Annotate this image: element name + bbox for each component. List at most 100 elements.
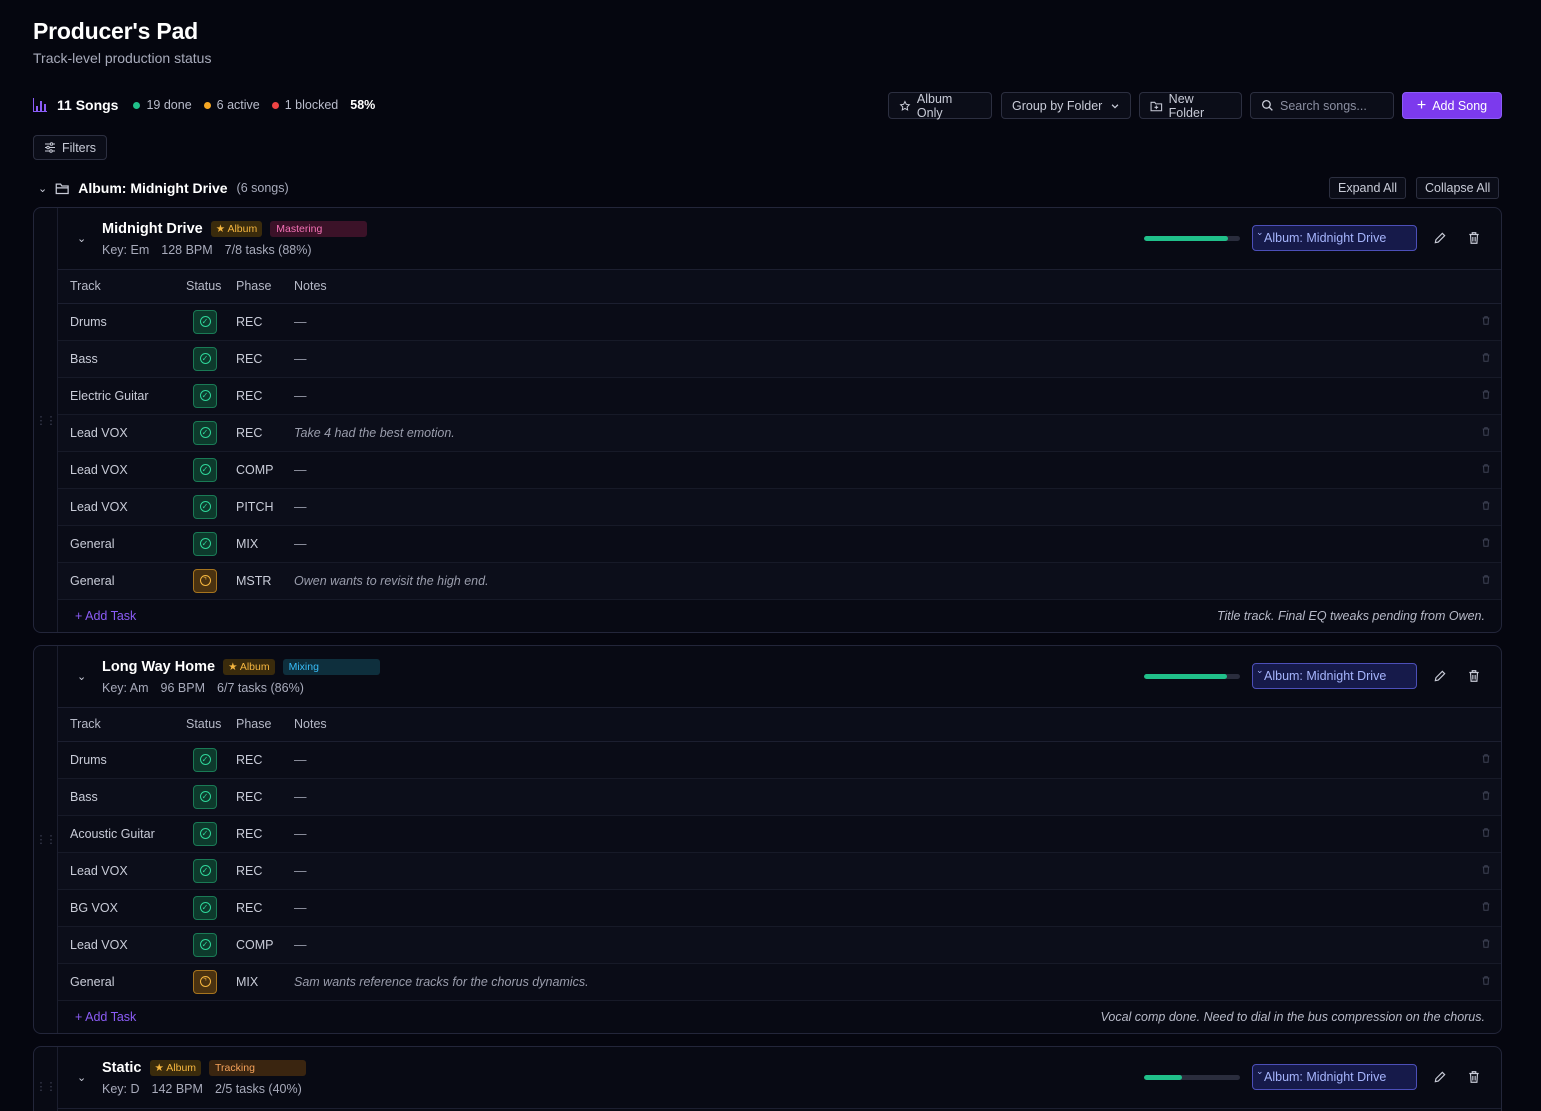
folder-select[interactable]: ⌄ Album: Midnight Drive xyxy=(1252,663,1417,689)
delete-task-button[interactable] xyxy=(1471,778,1501,815)
chevron-down-icon[interactable]: ⌄ xyxy=(77,1071,86,1084)
phase-cell[interactable]: MIX xyxy=(236,525,294,562)
delete-task-button[interactable] xyxy=(1471,741,1501,778)
drag-handle-icon[interactable]: ⋮⋮ xyxy=(34,1047,58,1111)
delete-task-button[interactable] xyxy=(1471,414,1501,451)
edit-button[interactable] xyxy=(1431,667,1449,685)
track-name[interactable]: General xyxy=(58,562,186,599)
delete-task-button[interactable] xyxy=(1471,525,1501,562)
new-folder-button[interactable]: New Folder xyxy=(1139,92,1242,120)
track-name[interactable]: Electric Guitar xyxy=(58,377,186,414)
delete-task-button[interactable] xyxy=(1471,815,1501,852)
delete-task-button[interactable] xyxy=(1471,377,1501,414)
phase-cell[interactable]: COMP xyxy=(236,926,294,963)
notes-cell[interactable]: Take 4 had the best emotion. xyxy=(294,414,1471,451)
track-name[interactable]: General xyxy=(58,963,186,1000)
notes-cell[interactable]: — xyxy=(294,451,1471,488)
track-name[interactable]: Lead VOX xyxy=(58,852,186,889)
notes-cell[interactable]: — xyxy=(294,852,1471,889)
notes-cell[interactable]: Owen wants to revisit the high end. xyxy=(294,562,1471,599)
add-song-button[interactable]: + Add Song xyxy=(1402,92,1502,119)
status-toggle[interactable]: ✓ xyxy=(193,494,217,519)
track-name[interactable]: Lead VOX xyxy=(58,926,186,963)
song-title[interactable]: Static xyxy=(102,1060,142,1076)
status-toggle[interactable]: ✓ xyxy=(193,784,217,809)
phase-cell[interactable]: REC xyxy=(236,889,294,926)
track-name[interactable]: Lead VOX xyxy=(58,451,186,488)
phase-cell[interactable]: MIX xyxy=(236,963,294,1000)
add-task-button[interactable]: + Add Task xyxy=(75,609,136,623)
status-toggle[interactable]: ✓ xyxy=(193,531,217,556)
expand-all-button[interactable]: Expand All xyxy=(1329,177,1407,199)
notes-cell[interactable]: — xyxy=(294,377,1471,414)
phase-cell[interactable]: REC xyxy=(236,815,294,852)
chevron-down-icon[interactable]: ⌄ xyxy=(77,232,86,245)
drag-handle-icon[interactable]: ⋮⋮ xyxy=(34,646,58,1033)
track-name[interactable]: Lead VOX xyxy=(58,414,186,451)
notes-cell[interactable]: — xyxy=(294,778,1471,815)
track-name[interactable]: General xyxy=(58,525,186,562)
delete-task-button[interactable] xyxy=(1471,889,1501,926)
phase-cell[interactable]: REC xyxy=(236,303,294,340)
delete-task-button[interactable] xyxy=(1471,963,1501,1000)
status-toggle[interactable]: ✓ xyxy=(193,932,217,957)
phase-cell[interactable]: COMP xyxy=(236,451,294,488)
folder-select[interactable]: ⌄ Album: Midnight Drive xyxy=(1252,1064,1417,1090)
notes-cell[interactable]: — xyxy=(294,488,1471,525)
notes-cell[interactable]: — xyxy=(294,889,1471,926)
phase-cell[interactable]: REC xyxy=(236,741,294,778)
song-title[interactable]: Midnight Drive xyxy=(102,221,203,237)
phase-cell[interactable]: REC xyxy=(236,340,294,377)
delete-task-button[interactable] xyxy=(1471,562,1501,599)
status-toggle[interactable]: ✓ xyxy=(193,346,217,371)
phase-cell[interactable]: PITCH xyxy=(236,488,294,525)
track-name[interactable]: Acoustic Guitar xyxy=(58,815,186,852)
status-toggle[interactable]: ✓ xyxy=(193,309,217,334)
status-toggle[interactable]: ✓ xyxy=(193,858,217,883)
status-toggle[interactable]: ⌝ xyxy=(193,568,217,593)
phase-cell[interactable]: REC xyxy=(236,778,294,815)
status-toggle[interactable]: ✓ xyxy=(193,457,217,482)
track-name[interactable]: BG VOX xyxy=(58,889,186,926)
delete-task-button[interactable] xyxy=(1471,303,1501,340)
track-name[interactable]: Drums xyxy=(58,741,186,778)
phase-cell[interactable]: REC xyxy=(236,852,294,889)
delete-song-button[interactable] xyxy=(1465,229,1483,247)
edit-button[interactable] xyxy=(1431,1068,1449,1086)
delete-task-button[interactable] xyxy=(1471,926,1501,963)
group-by-select[interactable]: Group by Folder xyxy=(1001,92,1131,119)
track-name[interactable]: Drums xyxy=(58,303,186,340)
search-input[interactable]: Search songs... xyxy=(1250,92,1394,119)
notes-cell[interactable]: — xyxy=(294,303,1471,340)
notes-cell[interactable]: — xyxy=(294,815,1471,852)
notes-cell[interactable]: — xyxy=(294,926,1471,963)
chevron-down-icon[interactable]: ⌄ xyxy=(38,182,47,195)
status-toggle[interactable]: ✓ xyxy=(193,383,217,408)
status-toggle[interactable]: ⌝ xyxy=(193,969,217,994)
edit-button[interactable] xyxy=(1431,229,1449,247)
add-task-button[interactable]: + Add Task xyxy=(75,1010,136,1024)
phase-cell[interactable]: REC xyxy=(236,414,294,451)
collapse-all-button[interactable]: Collapse All xyxy=(1416,177,1500,199)
notes-cell[interactable]: — xyxy=(294,741,1471,778)
notes-cell[interactable]: Sam wants reference tracks for the choru… xyxy=(294,963,1471,1000)
status-toggle[interactable]: ✓ xyxy=(193,821,217,846)
folder-select[interactable]: ⌄ Album: Midnight Drive xyxy=(1252,225,1417,251)
status-toggle[interactable]: ✓ xyxy=(193,747,217,772)
notes-cell[interactable]: — xyxy=(294,525,1471,562)
status-toggle[interactable]: ✓ xyxy=(193,420,217,445)
album-only-button[interactable]: Album Only xyxy=(888,92,992,120)
status-toggle[interactable]: ✓ xyxy=(193,895,217,920)
song-title[interactable]: Long Way Home xyxy=(102,659,215,675)
track-name[interactable]: Bass xyxy=(58,778,186,815)
drag-handle-icon[interactable]: ⋮⋮ xyxy=(34,208,58,632)
filters-button[interactable]: Filters xyxy=(33,135,108,160)
phase-cell[interactable]: REC xyxy=(236,377,294,414)
delete-song-button[interactable] xyxy=(1465,667,1483,685)
phase-cell[interactable]: MSTR xyxy=(236,562,294,599)
delete-task-button[interactable] xyxy=(1471,340,1501,377)
chevron-down-icon[interactable]: ⌄ xyxy=(77,670,86,683)
delete-song-button[interactable] xyxy=(1465,1068,1483,1086)
delete-task-button[interactable] xyxy=(1471,852,1501,889)
track-name[interactable]: Bass xyxy=(58,340,186,377)
